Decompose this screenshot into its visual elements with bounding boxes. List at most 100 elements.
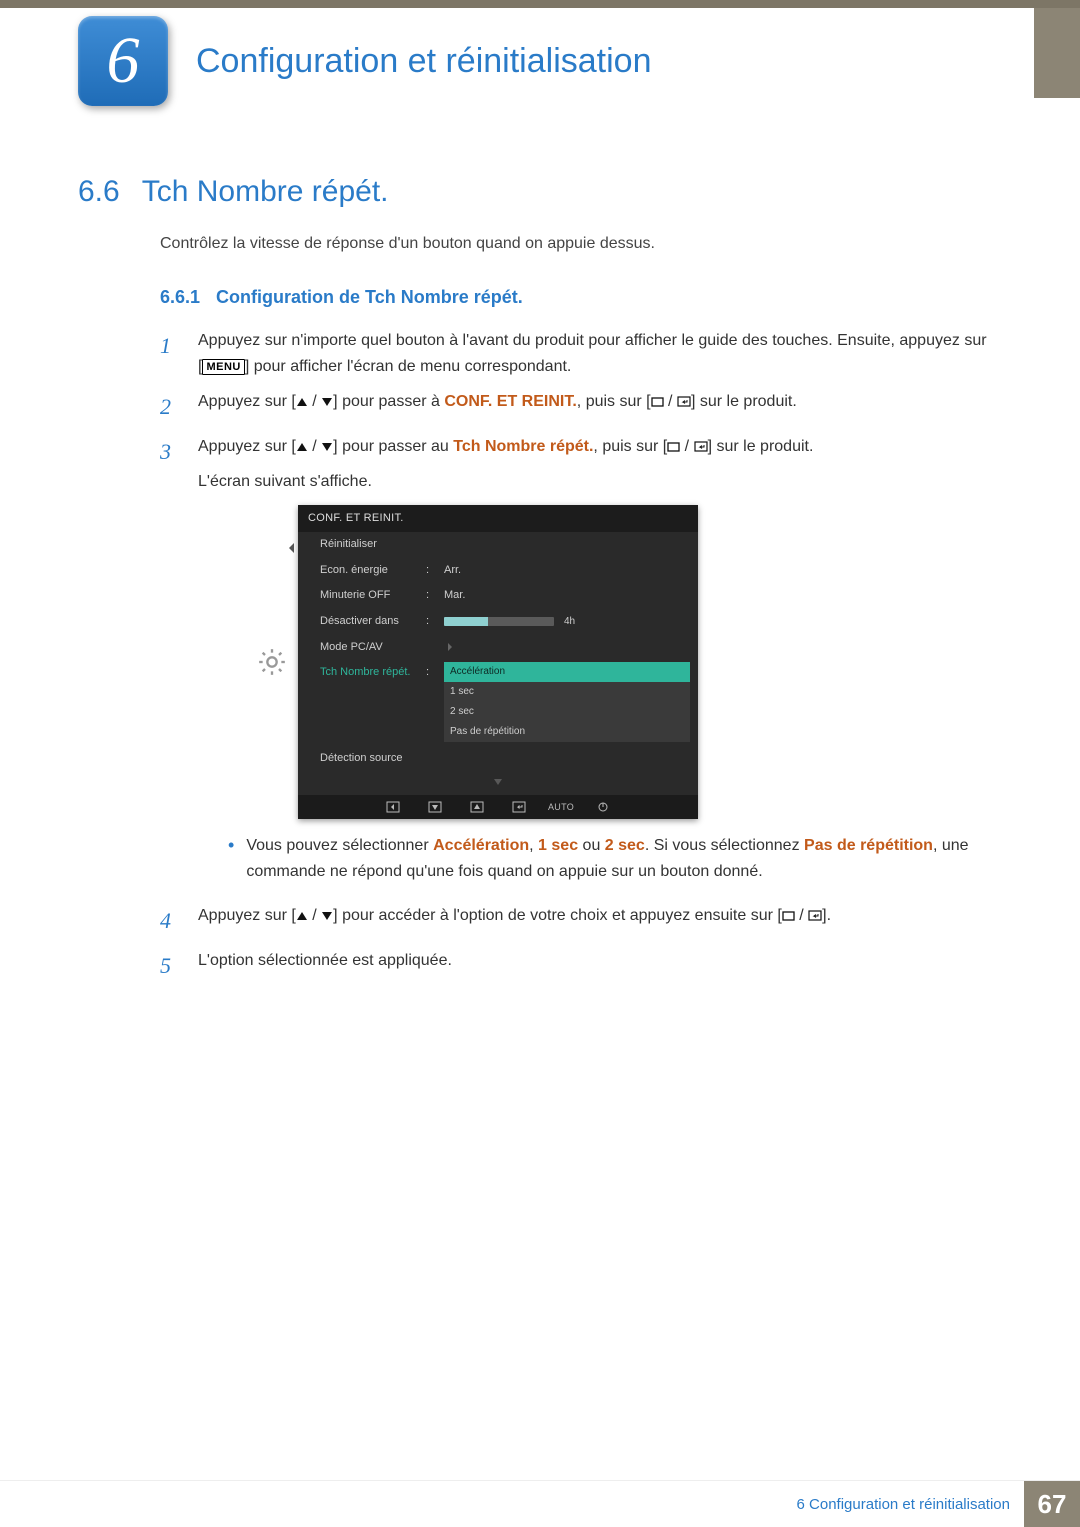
note-bullet: • Vous pouvez sélectionner Accélération,… xyxy=(228,833,990,884)
step-number: 5 xyxy=(160,948,182,983)
up-arrow-icon xyxy=(296,390,308,416)
osd-item-label: Minuterie OFF xyxy=(298,583,426,609)
osd-item-label: Désactiver dans xyxy=(298,609,426,635)
text: ]. xyxy=(822,907,831,924)
text: , puis sur [ xyxy=(577,393,651,410)
text: ] pour accéder à l'option de votre choix… xyxy=(333,907,782,924)
osd-option: 2 sec xyxy=(444,702,690,722)
text: ] pour passer au xyxy=(333,438,453,455)
osd-option: Pas de répétition xyxy=(444,722,690,742)
note-text: Vous pouvez sélectionner Accélération, 1… xyxy=(246,833,990,884)
text: ] sur le produit. xyxy=(708,438,814,455)
right-arrow-icon xyxy=(448,643,456,651)
screen-icon xyxy=(782,907,795,924)
step-2: 2 Appuyez sur [ / ] pour passer à CONF. … xyxy=(160,389,990,424)
chapter-badge: 6 xyxy=(78,16,168,106)
highlight: Pas de répétition xyxy=(804,837,933,854)
step-body: L'option sélectionnée est appliquée. xyxy=(198,948,990,983)
highlight: 2 sec xyxy=(605,837,645,854)
step-5: 5 L'option sélectionnée est appliquée. xyxy=(160,948,990,983)
footer-right: 6 Configuration et réinitialisation 67 xyxy=(797,1481,1080,1527)
step-body: Appuyez sur [ / ] pour passer à CONF. ET… xyxy=(198,389,990,424)
step-body: Appuyez sur n'importe quel bouton à l'av… xyxy=(198,328,990,379)
section-title: Tch Nombre répét. xyxy=(142,175,389,209)
osd-item-value: Arr. xyxy=(440,558,698,584)
down-arrow-icon xyxy=(321,435,333,461)
chapter-header: 6 Configuration et réinitialisation xyxy=(78,16,651,106)
text: ] pour passer à xyxy=(333,393,444,410)
subsection-number: 6.6.1 xyxy=(160,287,200,308)
enter-icon xyxy=(694,438,708,455)
section-heading: 6.6 Tch Nombre répét. xyxy=(78,175,990,209)
osd-bar-value: 4h xyxy=(564,616,575,627)
osd-item-value xyxy=(440,532,698,558)
osd-up-icon xyxy=(467,800,487,814)
osd-panel: CONF. ET REINIT. Réinitialiser Econ. éne… xyxy=(298,505,698,820)
osd-option: 1 sec xyxy=(444,682,690,702)
osd-gear-icon xyxy=(252,648,292,676)
text: Appuyez sur [ xyxy=(198,393,296,410)
text: ] pour afficher l'écran de menu correspo… xyxy=(245,358,572,375)
chapter-number: 6 xyxy=(107,23,140,99)
text: L'écran suivant s'affiche. xyxy=(198,469,990,495)
text: , puis sur [ xyxy=(593,438,667,455)
text: L'option sélectionnée est appliquée. xyxy=(198,952,452,969)
highlight: Accélération xyxy=(433,837,529,854)
osd-auto-label: AUTO xyxy=(551,800,571,814)
step-3: 3 Appuyez sur [ / ] pour passer au Tch N… xyxy=(160,434,990,892)
osd-item-label: Econ. énergie xyxy=(298,558,426,584)
osd-menu: Réinitialiser Econ. énergie:Arr. Minuter… xyxy=(298,532,698,772)
text: . Si vous sélectionnez xyxy=(645,837,804,854)
screen-icon xyxy=(651,393,664,410)
step-number: 4 xyxy=(160,903,182,938)
enter-icon xyxy=(677,393,691,410)
step-number: 1 xyxy=(160,328,182,379)
footer-label: 6 Configuration et réinitialisation xyxy=(797,1496,1024,1513)
page-number: 67 xyxy=(1024,1481,1080,1527)
text: Vous pouvez sélectionner xyxy=(246,837,433,854)
osd-back-icon xyxy=(383,800,403,814)
osd-item-label: Détection source xyxy=(298,746,426,772)
osd-item-value: Mar. xyxy=(440,583,698,609)
step-number: 2 xyxy=(160,389,182,424)
highlight: CONF. ET REINIT. xyxy=(444,393,576,410)
chapter-title: Configuration et réinitialisation xyxy=(196,42,651,81)
up-arrow-icon xyxy=(296,435,308,461)
osd-progress-bar xyxy=(444,617,554,626)
step-body: Appuyez sur [ / ] pour accéder à l'optio… xyxy=(198,903,990,938)
osd-down-icon xyxy=(425,800,445,814)
page-content: 6.6 Tch Nombre répét. Contrôlez la vites… xyxy=(78,175,990,993)
down-arrow-icon xyxy=(321,904,333,930)
menu-key: MENU xyxy=(202,359,244,375)
text: Appuyez sur [ xyxy=(198,907,296,924)
step-number: 3 xyxy=(160,434,182,892)
page-footer: 6 Configuration et réinitialisation 67 xyxy=(0,1481,1080,1527)
section-number: 6.6 xyxy=(78,175,120,209)
enter-icon xyxy=(808,907,822,924)
screen-icon xyxy=(667,438,680,455)
top-right-tab xyxy=(1034,8,1080,98)
osd-option-selected: Accélération xyxy=(444,662,690,682)
up-arrow-icon xyxy=(296,904,308,930)
osd-more-icon xyxy=(298,772,698,796)
text: , xyxy=(529,837,538,854)
osd-dropdown: Accélération 1 sec 2 sec Pas de répétiti… xyxy=(440,660,698,746)
highlight: Tch Nombre répét. xyxy=(453,438,593,455)
osd-item-value: 4h xyxy=(440,609,698,635)
osd-item-label-active: Tch Nombre répét. xyxy=(298,660,426,746)
osd-screenshot: CONF. ET REINIT. Réinitialiser Econ. éne… xyxy=(252,505,990,820)
osd-power-icon xyxy=(593,800,613,814)
osd-title: CONF. ET REINIT. xyxy=(298,505,698,533)
text: Appuyez sur [ xyxy=(198,438,296,455)
highlight: 1 sec xyxy=(538,837,578,854)
bullet-icon: • xyxy=(228,833,234,884)
osd-item-label: Mode PC/AV xyxy=(298,635,426,661)
step-1: 1 Appuyez sur n'importe quel bouton à l'… xyxy=(160,328,990,379)
osd-item-label: Réinitialiser xyxy=(298,532,426,558)
step-body: Appuyez sur [ / ] pour passer au Tch Nom… xyxy=(198,434,990,892)
down-arrow-icon xyxy=(321,390,333,416)
subsection-heading: 6.6.1 Configuration de Tch Nombre répét. xyxy=(160,287,990,308)
text: ] sur le produit. xyxy=(691,393,797,410)
osd-footer: AUTO xyxy=(298,795,698,819)
osd-enter-icon xyxy=(509,800,529,814)
